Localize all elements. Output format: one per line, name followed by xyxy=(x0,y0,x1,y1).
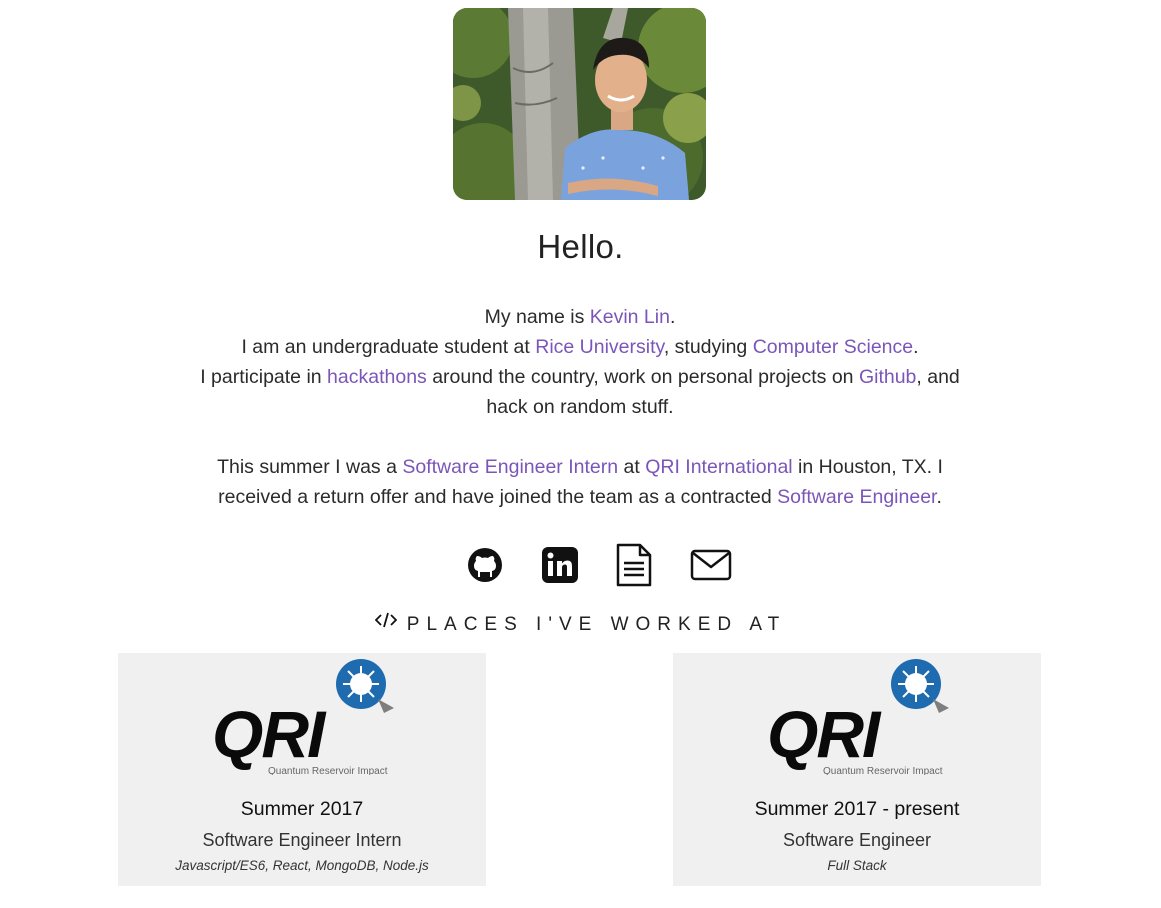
logo-text: QRI xyxy=(767,697,882,771)
bio-text: . xyxy=(913,336,919,358)
name-link[interactable]: Kevin Lin xyxy=(590,306,670,328)
bio-text: My name is xyxy=(484,306,590,328)
intern-role-link[interactable]: Software Engineer Intern xyxy=(402,456,618,478)
job-role: Software Engineer Intern xyxy=(202,830,402,850)
job-card[interactable]: QRI Quantum Reservoir Impact Summer 2017… xyxy=(118,653,486,886)
bio-text: . xyxy=(936,486,942,508)
bio-line: My name is Kevin Lin. xyxy=(180,302,980,332)
github-link[interactable]: Github xyxy=(859,366,916,388)
bio-text: I am an undergraduate student at xyxy=(241,336,536,358)
job-period: Summer 2017 - present xyxy=(754,798,960,820)
bio-text: at xyxy=(618,456,646,478)
engineer-role-link[interactable]: Software Engineer xyxy=(777,486,936,508)
bio-text: I participate in xyxy=(200,366,328,388)
logo-text: QRI xyxy=(212,697,327,771)
places-heading: PLACES I'VE WORKED AT xyxy=(0,612,1161,636)
greeting-heading: Hello. xyxy=(537,228,624,265)
bio-line: hack on random stuff. xyxy=(180,392,980,422)
major-link[interactable]: Computer Science xyxy=(753,336,913,358)
bio-line: I participate in hackathons around the c… xyxy=(180,362,980,392)
work-paragraph: This summer I was a Software Engineer In… xyxy=(180,452,980,512)
bio-text: in Houston, TX. I xyxy=(792,456,943,478)
bio-paragraph: My name is Kevin Lin. I am an undergradu… xyxy=(180,302,980,422)
bio-text: hack on random stuff. xyxy=(486,396,674,418)
job-period: Summer 2017 xyxy=(240,798,364,820)
resume-document-icon[interactable] xyxy=(612,543,656,587)
job-stack: Full Stack xyxy=(827,858,887,873)
logo-subtext: Quantum Reservoir Impact xyxy=(268,766,388,775)
linkedin-icon[interactable] xyxy=(538,543,582,587)
company-link[interactable]: QRI International xyxy=(645,456,792,478)
job-role: Software Engineer xyxy=(782,830,932,850)
job-stack: Javascript/ES6, React, MongoDB, Node.js xyxy=(175,858,429,873)
qri-logo: QRI Quantum Reservoir Impact xyxy=(763,657,963,777)
bio-text: , and xyxy=(916,366,960,388)
bio-line: This summer I was a Software Engineer In… xyxy=(180,452,980,482)
social-links xyxy=(0,543,1161,587)
github-icon[interactable] xyxy=(464,543,508,587)
qri-logo: QRI Quantum Reservoir Impact xyxy=(208,657,408,777)
bio-text: . xyxy=(669,306,676,328)
code-icon xyxy=(374,612,398,634)
job-card[interactable]: QRI Quantum Reservoir Impact Summer 2017… xyxy=(673,653,1041,886)
bio-text: around the country, work on personal pro… xyxy=(426,366,859,388)
hackathons-link[interactable]: hackathons xyxy=(327,366,427,388)
bio-text: , studying xyxy=(663,336,753,358)
profile-photo xyxy=(453,8,706,200)
university-link[interactable]: Rice University xyxy=(535,336,664,358)
bio-line: received a return offer and have joined … xyxy=(180,482,980,512)
email-icon[interactable] xyxy=(689,543,733,587)
bio-text: This summer I was a xyxy=(217,456,403,478)
bio-text: received a return offer and have joined … xyxy=(218,486,778,508)
logo-subtext: Quantum Reservoir Impact xyxy=(823,766,943,775)
bio-line: I am an undergraduate student at Rice Un… xyxy=(180,332,980,362)
places-title: PLACES I'VE WORKED AT xyxy=(406,614,787,635)
